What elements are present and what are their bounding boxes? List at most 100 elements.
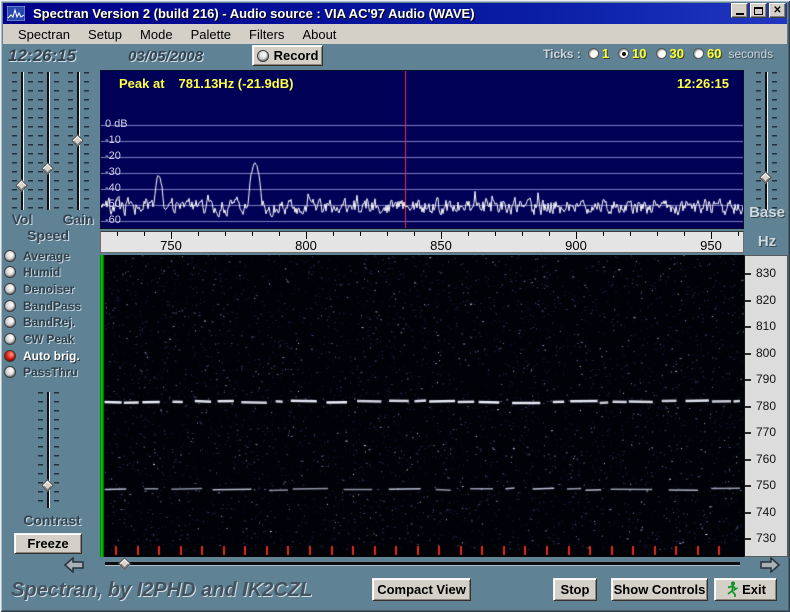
waterfall-freq-tick — [745, 406, 751, 408]
spectrum-display[interactable]: Peak at 781.13Hz (-21.9dB) 12:26:15 0 dB… — [100, 70, 744, 229]
waterfall-freq-label: 820 — [756, 293, 776, 307]
toggle-denoiser[interactable]: Denoiser — [4, 281, 104, 296]
base-label: Base — [744, 204, 790, 221]
ticks-option-10[interactable]: 10 — [618, 46, 646, 61]
close-button[interactable]: ✕ — [769, 3, 786, 18]
base-slider[interactable] — [753, 70, 779, 212]
record-button[interactable]: Record — [252, 45, 323, 66]
maximize-icon — [754, 7, 763, 15]
peak-value: 781.13Hz (-21.9dB) — [179, 76, 294, 91]
led-indicator-icon[interactable] — [4, 350, 16, 362]
scroll-left-button[interactable] — [63, 557, 85, 573]
toggle-cw-peak[interactable]: CW Peak — [4, 332, 104, 347]
peak-prefix: Peak at — [119, 76, 165, 91]
speed-label: Speed — [18, 227, 78, 243]
toggle-passthru[interactable]: PassThru — [4, 365, 104, 380]
spectrum-canvas[interactable] — [101, 71, 744, 229]
waterfall-freq-label: 780 — [756, 399, 776, 413]
contrast-label: Contrast — [4, 512, 100, 528]
gain-slider[interactable] — [65, 70, 91, 212]
stop-button[interactable]: Stop — [553, 578, 597, 601]
menu-item-filters[interactable]: Filters — [240, 25, 293, 44]
led-indicator-icon[interactable] — [4, 283, 16, 295]
freq-tick-label: 750 — [151, 238, 191, 253]
freeze-button[interactable]: Freeze — [14, 533, 82, 554]
menu-item-spectran[interactable]: Spectran — [9, 25, 79, 44]
menu-item-about[interactable]: About — [293, 25, 345, 44]
maximize-button[interactable] — [750, 3, 767, 18]
led-indicator-icon[interactable] — [4, 266, 16, 278]
freq-tick — [360, 232, 361, 236]
right-arrow-icon — [759, 557, 781, 573]
stop-label: Stop — [561, 582, 590, 597]
led-indicator-icon[interactable] — [4, 300, 16, 312]
title-bar[interactable]: Spectran Version 2 (build 216) - Audio s… — [3, 3, 787, 24]
base-slider-thumb[interactable] — [759, 171, 772, 184]
freq-tick — [549, 232, 550, 236]
volume-slider[interactable] — [9, 70, 35, 212]
slider-ticks — [54, 72, 59, 210]
menu-item-setup[interactable]: Setup — [79, 25, 131, 44]
waterfall-freq-tick — [745, 538, 751, 540]
compact-view-button[interactable]: Compact View — [372, 578, 471, 601]
slider-ticks — [28, 72, 33, 210]
minimize-button[interactable] — [731, 3, 748, 18]
toggle-humid[interactable]: Humid — [4, 265, 104, 280]
waterfall-edge-marker — [100, 255, 104, 557]
slider-ticks — [84, 72, 89, 210]
volume-slider-thumb[interactable] — [15, 179, 28, 192]
toggle-average[interactable]: Average — [4, 248, 104, 263]
freq-tick — [603, 232, 604, 236]
toggle-auto-brig-[interactable]: Auto brig. — [4, 348, 104, 363]
radio-icon[interactable] — [588, 48, 599, 59]
toggle-label: BandPass — [23, 299, 81, 313]
freq-tick — [279, 232, 280, 236]
speed-slider-thumb[interactable] — [41, 162, 54, 175]
freq-tick — [738, 232, 739, 236]
ticks-options: 1 10 30 60 — [588, 46, 722, 61]
menu-item-palette[interactable]: Palette — [182, 25, 240, 44]
ticks-option-1[interactable]: 1 — [588, 46, 609, 61]
waterfall-freq-tick — [745, 459, 751, 461]
ticks-option-30[interactable]: 30 — [656, 46, 684, 61]
waterfall-freq-tick — [745, 512, 751, 514]
ticks-option-60[interactable]: 60 — [693, 46, 721, 61]
speed-slider[interactable] — [35, 70, 61, 212]
freq-tick — [333, 232, 334, 236]
ticks-option-label: 30 — [670, 46, 684, 61]
db-axis-label: -20 — [105, 150, 121, 162]
exit-button[interactable]: Exit — [714, 578, 777, 601]
toggle-bandrej-[interactable]: BandRej. — [4, 315, 104, 330]
menu-item-mode[interactable]: Mode — [131, 25, 182, 44]
gain-slider-thumb[interactable] — [71, 134, 84, 147]
led-indicator-icon[interactable] — [4, 333, 16, 345]
frequency-scrollbar-thumb[interactable] — [118, 557, 131, 570]
led-indicator-icon[interactable] — [4, 366, 16, 378]
db-axis-label: -40 — [105, 182, 121, 194]
freq-tick — [522, 232, 523, 236]
waterfall-canvas[interactable] — [100, 255, 744, 557]
frequency-axis: 750800850900950 — [100, 231, 744, 253]
waterfall-freq-tick — [745, 273, 751, 275]
base-slider-track[interactable] — [765, 72, 767, 210]
radio-icon[interactable] — [693, 48, 704, 59]
slider-ticks — [38, 392, 43, 508]
scroll-right-button[interactable] — [759, 557, 781, 573]
contrast-slider-thumb[interactable] — [41, 479, 54, 492]
led-indicator-icon[interactable] — [4, 250, 16, 262]
speed-slider-track[interactable] — [47, 72, 49, 210]
slider-ticks — [12, 72, 17, 210]
led-indicator-icon[interactable] — [4, 316, 16, 328]
toggle-bandpass[interactable]: BandPass — [4, 298, 104, 313]
contrast-slider[interactable] — [35, 390, 61, 510]
record-label: Record — [274, 48, 319, 63]
frequency-scrollbar-track[interactable] — [105, 562, 740, 565]
app-icon — [7, 6, 25, 21]
waterfall-display[interactable] — [100, 255, 744, 557]
show-controls-button[interactable]: Show Controls — [611, 578, 708, 601]
radio-icon[interactable] — [618, 48, 629, 59]
radio-icon[interactable] — [656, 48, 667, 59]
volume-label: Vol — [2, 211, 42, 227]
toggle-label: Humid — [23, 265, 60, 279]
slider-ticks — [54, 392, 59, 508]
